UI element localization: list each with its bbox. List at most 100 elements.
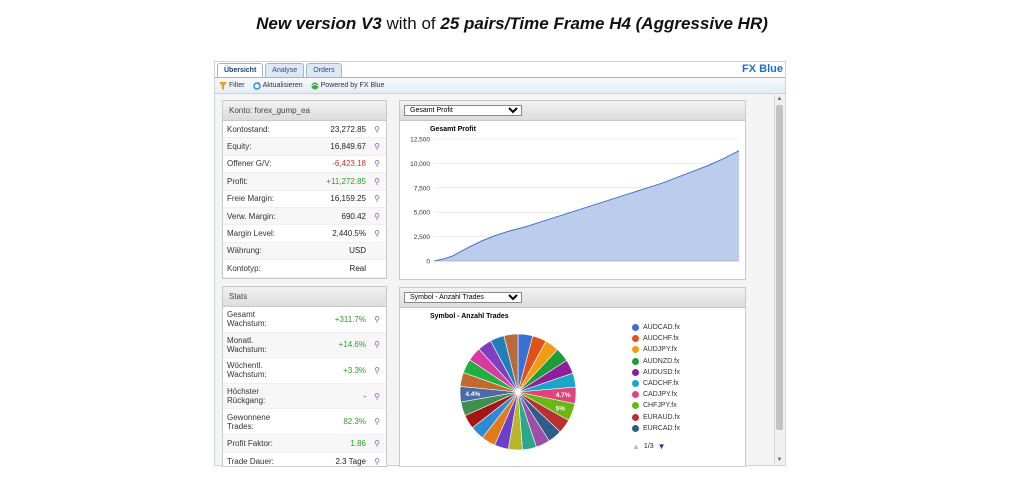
stats-row-value: 82.3% <box>343 417 366 427</box>
headline-pairs: 25 pairs/Time Frame H4 (Aggressive HR) <box>440 14 768 33</box>
chart-type-select[interactable]: Gesamt Profit <box>404 105 522 116</box>
stats-row: Gesamt Wachstum: +311.7% ⚲ <box>223 307 386 333</box>
account-row-value: Real <box>349 263 366 273</box>
y-tick-label: 5,000 <box>414 210 431 217</box>
profit-chart: Gesamt Profit 0 2,500 5,000 7,500 10,000 12,50… <box>410 126 740 266</box>
stats-row-value: 2.3 Tage <box>335 456 366 466</box>
pin-icon[interactable]: ⚲ <box>372 392 382 401</box>
account-panel: Konto: forex_gump_ea Kontostand: 23,272.8… <box>222 100 387 279</box>
pie-data-label: 4.7% <box>556 392 571 399</box>
pin-icon[interactable]: ⚲ <box>372 315 382 324</box>
account-row-value: 16,849.67 <box>330 142 366 152</box>
scroll-down-icon[interactable]: ▼ <box>775 456 784 465</box>
stats-row: Profit Faktor: 1.86 ⚲ <box>223 434 386 453</box>
refresh-icon <box>252 81 261 90</box>
stats-row-label: Gewonnene Trades: <box>227 413 343 431</box>
legend-swatch <box>632 402 639 410</box>
tab-orders[interactable]: Orders <box>306 63 342 77</box>
legend-next-icon[interactable]: ▼ <box>658 442 666 451</box>
legend-pager: ▲ 1/3 ▼ <box>632 442 666 451</box>
stats-row-label: Gesamt Wachstum: <box>227 310 335 328</box>
stats-row-label: Höchster Rückgang: <box>227 387 363 405</box>
pin-icon[interactable]: ⚲ <box>372 212 382 221</box>
legend-item[interactable]: AUDNZD.fx <box>632 357 680 365</box>
pie-chart-title: Symbol - Anzahl Trades <box>430 313 509 320</box>
account-row: Equity: 16,849.67 ⚲ <box>223 138 386 156</box>
refresh-button[interactable]: Aktualisieren <box>252 81 303 90</box>
tab-overview[interactable]: Übersicht <box>217 63 264 77</box>
account-row-label: Kontotyp: <box>227 263 261 273</box>
account-row: Währung: USD <box>223 242 386 261</box>
stats-row-label-line1: Gewonnene <box>227 412 271 422</box>
symbol-chart-panel: Symbol - Anzahl Trades Symbol - Anzahl T… <box>399 287 746 467</box>
legend-item[interactable]: AUDUSD.fx <box>632 368 680 376</box>
profit-chart-header: Gesamt Profit <box>400 101 745 121</box>
pin-icon[interactable]: ⚲ <box>372 457 382 466</box>
y-tick-label: 12,500 <box>410 137 430 144</box>
legend-item[interactable]: CADCHF.fx <box>632 380 679 387</box>
account-row-value: 23,272.85 <box>330 124 366 134</box>
symbol-pie-chart: Symbol - Anzahl Trades 4.7% 5% 4.4% <box>430 313 577 451</box>
stats-row-label-line1: Trade Dauer: <box>227 456 274 466</box>
pin-icon[interactable]: ⚲ <box>372 439 382 448</box>
legend-swatch <box>632 380 639 387</box>
account-row: Kontostand: 23,272.85 ⚲ <box>223 121 386 139</box>
pin-icon[interactable]: ⚲ <box>372 177 382 186</box>
stats-row-value: 1.86 <box>350 438 366 448</box>
account-row-value: 690.42 <box>341 211 366 221</box>
filter-label: Filter <box>229 82 245 89</box>
stats-row-label: Monatl. Wachstum: <box>227 336 339 354</box>
account-row-label: Equity: <box>227 142 252 152</box>
account-row: Profit: +11,272.85 ⚲ <box>223 173 386 191</box>
legend-swatch <box>632 368 639 376</box>
legend-swatch <box>632 335 639 343</box>
legend-item[interactable]: EURAUD.fx <box>632 413 680 421</box>
account-row-value: -6,423.18 <box>332 159 366 169</box>
y-tick-label: 7,500 <box>414 185 431 192</box>
breakdown-select[interactable]: Symbol - Anzahl Trades <box>404 292 522 303</box>
scroll-thumb[interactable] <box>776 105 783 430</box>
pin-icon[interactable]: ⚲ <box>372 142 382 151</box>
powered-by-link[interactable]: Powered by FX Blue <box>311 82 384 90</box>
account-row-value: 2,440.5% <box>332 229 366 239</box>
stats-row-label: Wöchentl. Wachstum: <box>227 361 343 379</box>
symbol-chart-header: Symbol - Anzahl Trades <box>400 288 745 308</box>
legend-prev-icon[interactable]: ▲ <box>632 442 640 451</box>
legend-label: CADJPY.fx <box>643 391 678 399</box>
legend-item[interactable]: AUDCHF.fx <box>632 335 679 343</box>
fxblue-logo[interactable]: FX Blue <box>742 63 783 75</box>
stats-row-label-line1: Monatl. <box>227 335 254 345</box>
account-row-label: Offener G/V: <box>227 159 272 169</box>
pin-icon[interactable]: ⚲ <box>372 125 382 134</box>
toolbar: Filter Aktualisieren Powered by FX Blue <box>215 77 785 94</box>
filter-button[interactable]: Filter <box>219 81 245 90</box>
legend-item[interactable]: AUDJPY.fx <box>632 346 677 354</box>
pin-icon[interactable]: ⚲ <box>372 340 382 349</box>
profit-chart-title: Gesamt Profit <box>430 126 477 133</box>
legend-swatch <box>632 357 639 365</box>
stats-row-label-line2: Wachstum: <box>227 370 267 380</box>
stats-row-label-line1: Höchster <box>227 387 260 397</box>
page-headline: New version V3 with of 25 pairs/Time Fra… <box>0 14 1024 34</box>
legend-swatch <box>632 391 639 399</box>
account-row-value: USD <box>349 246 366 256</box>
legend-item[interactable]: AUDCAD.fx <box>632 324 680 331</box>
legend-item[interactable]: CHFJPY.fx <box>632 402 677 410</box>
legend-item[interactable]: CADJPY.fx <box>632 391 678 399</box>
y-tick-label: 2,500 <box>414 234 431 241</box>
pin-icon[interactable]: ⚲ <box>372 229 382 238</box>
account-row-value: 16,159.25 <box>330 194 366 204</box>
legend-item[interactable]: EURCAD.fx <box>632 424 680 432</box>
pin-icon[interactable]: ⚲ <box>372 194 382 203</box>
vertical-scrollbar[interactable]: ▲ ▼ <box>774 95 784 465</box>
stats-panel: Stats Gesamt Wachstum: +311.7% ⚲ Monatl. Wach… <box>222 286 387 467</box>
tab-analysis[interactable]: Analyse <box>265 63 305 77</box>
pin-icon[interactable]: ⚲ <box>372 159 382 168</box>
pin-icon[interactable]: ⚲ <box>372 366 382 375</box>
legend-label: AUDCAD.fx <box>643 324 680 331</box>
scroll-up-icon[interactable]: ▲ <box>775 95 784 104</box>
fxblue-widget: Übersicht Analyse Orders FX Blue Filter … <box>214 61 786 467</box>
pin-icon[interactable]: ⚲ <box>372 417 382 426</box>
stats-panel-header: Stats <box>223 287 386 307</box>
stats-row-value: - <box>363 391 366 401</box>
